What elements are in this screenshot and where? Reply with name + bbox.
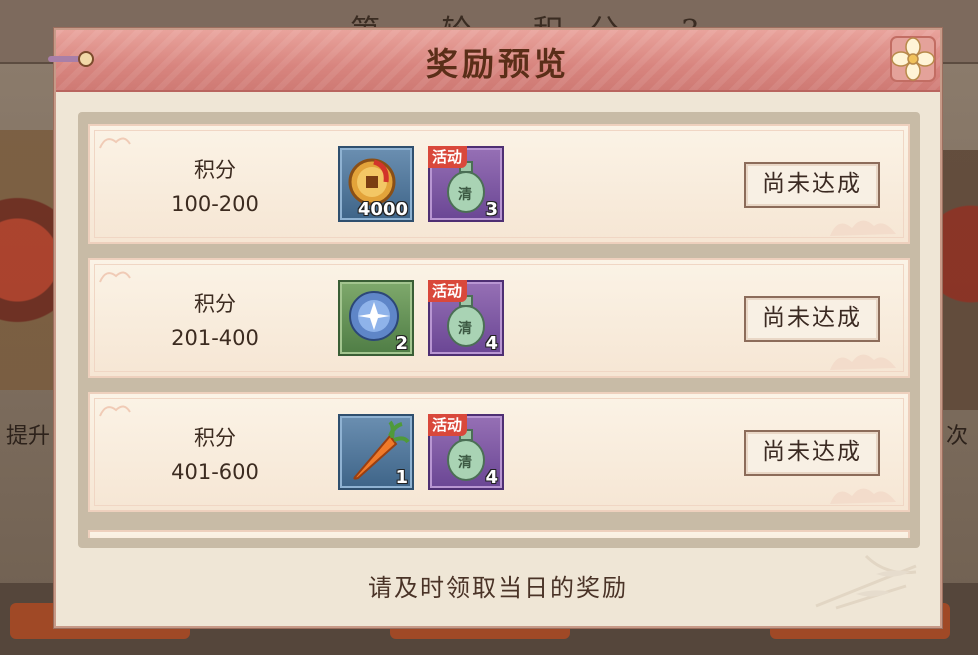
tier-row: 积分 401-600 1 清 活动 4 尚未达成 xyxy=(88,392,910,512)
reward-item-green-bottle[interactable]: 清 活动 4 xyxy=(428,414,504,490)
dialog-title: 奖励预览 xyxy=(425,45,570,83)
cloud-ornament-icon xyxy=(830,488,896,504)
reward-item-green-bottle[interactable]: 清 活动 3 xyxy=(428,146,504,222)
tier-row: 积分 201-400 2 清 活动 4 尚未达成 xyxy=(88,258,910,378)
event-tag: 活动 xyxy=(428,146,468,168)
cloud-ornament-icon xyxy=(99,271,131,283)
reward-preview-dialog: 奖励预览 积分 100-200 4000 清 活动 3 尚未达成 积分 201-… xyxy=(48,28,942,628)
score-range: 100-200 xyxy=(171,192,259,216)
status-not-achieved-button[interactable]: 尚未达成 xyxy=(744,162,880,208)
bottle-glyph: 清 xyxy=(458,455,472,471)
event-tag: 活动 xyxy=(428,280,468,302)
event-tag: 活动 xyxy=(428,414,468,436)
status-not-achieved-button[interactable]: 尚未达成 xyxy=(744,430,880,476)
bottle-glyph: 清 xyxy=(458,321,472,337)
dialog-header: 奖励预览 xyxy=(48,30,940,92)
bottle-glyph: 清 xyxy=(458,187,472,203)
item-quantity: 3 xyxy=(485,199,498,220)
score-label: 积分 xyxy=(194,426,236,450)
flower-close-icon[interactable] xyxy=(888,34,938,84)
reward-item-green-bottle[interactable]: 清 活动 4 xyxy=(428,280,504,356)
cloud-ornament-icon xyxy=(99,137,131,149)
cloud-ornament-icon xyxy=(830,220,896,236)
background-character-art-right xyxy=(942,150,978,410)
cloud-ornament-icon xyxy=(830,354,896,370)
score-label: 积分 xyxy=(194,292,236,316)
tier-row-partial xyxy=(88,530,910,538)
reward-item-carrot[interactable]: 1 xyxy=(338,414,414,490)
cloud-ornament-icon xyxy=(99,405,131,417)
item-quantity: 4 xyxy=(485,467,498,488)
item-quantity: 1 xyxy=(395,467,408,488)
score-range: 401-600 xyxy=(171,460,259,484)
item-quantity: 4 xyxy=(485,333,498,354)
reward-item-blue-orb[interactable]: 2 xyxy=(338,280,414,356)
item-quantity: 2 xyxy=(395,333,408,354)
score-range: 201-400 xyxy=(171,326,259,350)
bamboo-ornament-icon xyxy=(815,554,917,610)
tier-list[interactable]: 积分 100-200 4000 清 活动 3 尚未达成 积分 201-400 2… xyxy=(88,124,910,538)
score-label: 积分 xyxy=(194,158,236,182)
tier-row: 积分 100-200 4000 清 活动 3 尚未达成 xyxy=(88,124,910,244)
item-quantity: 4000 xyxy=(357,199,408,220)
background-right-text: 次 xyxy=(946,424,969,449)
background-left-text: 提升 xyxy=(6,424,51,449)
tier-list-panel: 积分 100-200 4000 清 活动 3 尚未达成 积分 201-400 2… xyxy=(78,112,920,548)
status-not-achieved-button[interactable]: 尚未达成 xyxy=(744,296,880,342)
reward-item-copper-coin[interactable]: 4000 xyxy=(338,146,414,222)
background-character-art-left xyxy=(0,130,58,390)
